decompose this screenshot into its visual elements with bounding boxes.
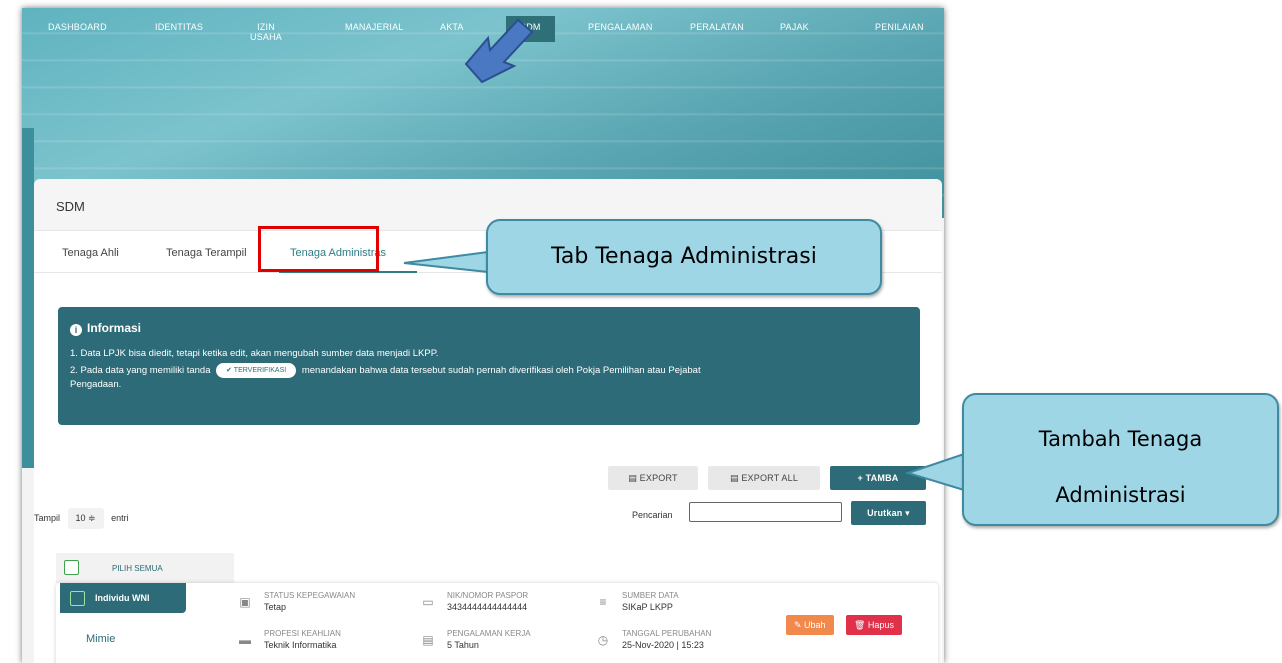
select-all-label: PILIH SEMUA <box>112 564 163 573</box>
show-label: Tampil <box>34 513 61 523</box>
database-icon: ≡ <box>599 595 607 609</box>
tab-callout: Tab Tenaga Administrasi <box>486 219 882 295</box>
row-checkbox[interactable] <box>70 591 85 606</box>
nav-penilaian[interactable]: PENILAIAN <box>875 22 924 32</box>
row-type-tag: Individu WNI <box>60 583 186 613</box>
nav-identitas[interactable]: IDENTITAS <box>155 22 203 32</box>
row-name[interactable]: Mimie <box>86 633 115 645</box>
info-icon: i <box>70 324 82 336</box>
sort-button[interactable]: Urutkan ▾ <box>851 501 926 525</box>
export-all-button[interactable]: ▤ EXPORT ALL <box>708 466 820 490</box>
delete-button[interactable]: 🗑 Hapus <box>846 615 902 635</box>
app-screen: DASHBOARD IDENTITAS IZIN USAHA MANAJERIA… <box>22 8 944 663</box>
info-line-2: 2. Pada data yang memiliki tanda ✔ TERVE… <box>70 363 701 378</box>
info-panel: i Informasi 1. Data LPJK bisa diedit, tet… <box>58 307 920 425</box>
select-all-checkbox[interactable] <box>64 560 79 575</box>
search-input[interactable] <box>689 502 842 522</box>
id-badge-icon: ▣ <box>239 595 251 609</box>
briefcase-icon: ▬ <box>239 633 251 647</box>
info-title: i Informasi <box>70 321 141 336</box>
verified-badge: ✔ TERVERIFIKASI <box>216 363 297 378</box>
page-size-control: Tampil 10 ≑ entri <box>34 508 129 529</box>
nav-peralatan[interactable]: PERALATAN <box>690 22 744 32</box>
page-title: SDM <box>56 199 85 214</box>
export-button[interactable]: ▤ EXPORT <box>608 466 698 490</box>
info-line-3: Pengadaan. <box>70 379 122 390</box>
pointer-arrow-icon <box>464 18 534 84</box>
clipboard-icon: ▤ <box>422 633 434 647</box>
entries-label: entri <box>111 513 129 523</box>
add-button[interactable]: + TAMBA <box>830 466 926 490</box>
clock-icon: ◷ <box>597 633 609 647</box>
page-size-select[interactable]: 10 ≑ <box>67 508 104 529</box>
nav-dashboard[interactable]: DASHBOARD <box>48 22 107 32</box>
tab-tenaga-ahli[interactable]: Tenaga Ahli <box>62 247 119 259</box>
select-all-bar[interactable]: PILIH SEMUA <box>56 553 234 583</box>
search-label: Pencarian <box>632 510 673 520</box>
hero-edge <box>22 128 34 468</box>
nav-pajak[interactable]: PAJAK <box>780 22 809 32</box>
id-card-icon: ▭ <box>422 595 434 609</box>
nav-izin-usaha[interactable]: IZIN USAHA <box>250 22 282 42</box>
add-callout: Tambah Tenaga Administrasi <box>962 393 1279 526</box>
tab-highlight-box <box>258 226 379 272</box>
info-line-1: 1. Data LPJK bisa diedit, tetapi ketika … <box>70 348 439 359</box>
nav-pengalaman[interactable]: PENGALAMAN <box>588 22 653 32</box>
nav-manajerial[interactable]: MANAJERIAL <box>345 22 404 32</box>
list-item: Individu WNI Mimie ▣ STATUS KEPEGAWAIAN … <box>56 583 938 663</box>
edit-button[interactable]: ✎ Ubah <box>786 615 834 635</box>
tab-tenaga-terampil[interactable]: Tenaga Terampil <box>166 247 247 259</box>
